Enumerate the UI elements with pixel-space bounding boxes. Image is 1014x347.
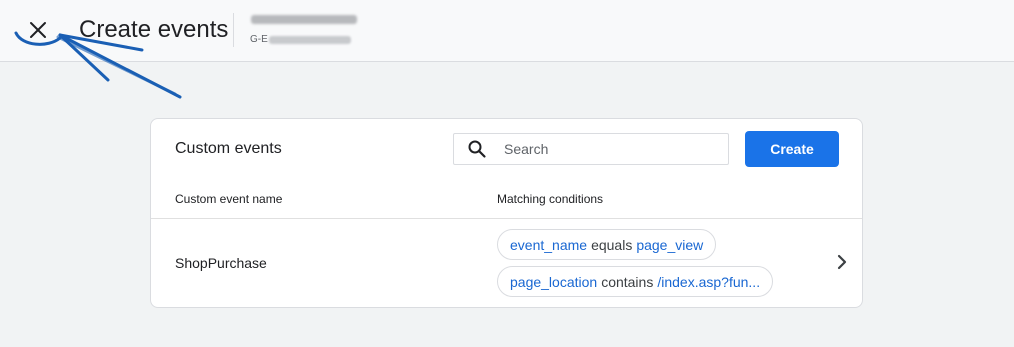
search-input[interactable] [504,141,704,157]
condition-chip: page_location contains /index.asp?fun... [497,266,774,297]
column-header-conditions: Matching conditions [497,192,604,206]
condition-chip: event_name equals page_view [497,229,717,260]
top-bar: Create events G-E [0,0,1014,62]
property-id: G-E [250,34,351,45]
search-box[interactable] [453,133,729,165]
condition-operator: equals [591,236,633,253]
condition-operator: contains [601,273,654,290]
custom-events-card: Custom events Create Custom event name M… [150,118,863,308]
close-icon [30,22,46,38]
page-title: Create events [79,16,229,43]
card-title: Custom events [175,140,282,157]
column-header-event-name[interactable]: Custom event name [175,192,282,206]
condition-value: /index.asp?fun... [657,273,761,290]
create-button[interactable]: Create [745,131,839,167]
close-button[interactable] [15,8,61,52]
condition-parameter: page_location [510,273,598,290]
search-icon [468,140,486,158]
property-name-redacted [251,15,357,24]
table-divider [151,218,862,219]
property-id-prefix: G-E [250,34,268,45]
condition-parameter: event_name [510,236,588,253]
property-id-redacted [268,35,351,44]
chevron-right-icon[interactable] [834,253,850,271]
header-divider [233,13,234,47]
event-name-cell: ShopPurchase [175,255,267,271]
condition-value: page_view [636,236,704,253]
